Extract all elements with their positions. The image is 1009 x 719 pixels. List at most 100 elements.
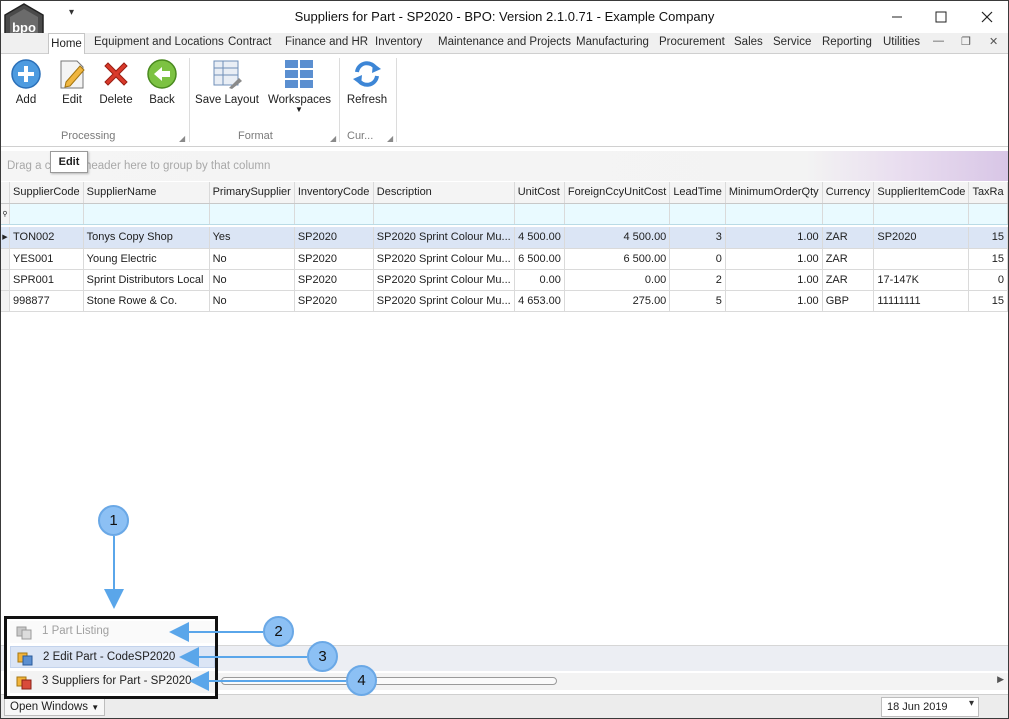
cell-supplier-item-code[interactable]: SP2020 xyxy=(873,227,970,249)
column-header[interactable]: UnitCost xyxy=(514,182,565,204)
filter-cell[interactable] xyxy=(725,203,823,225)
cell-unit-cost[interactable]: 4 500.00 xyxy=(514,227,565,249)
column-header[interactable]: InventoryCode xyxy=(294,182,374,204)
cell-unit-cost[interactable]: 4 653.00 xyxy=(514,290,565,312)
filter-cell[interactable] xyxy=(968,203,1008,225)
cell-foreign-ccy-unit-cost[interactable]: 275.00 xyxy=(564,290,671,312)
add-button[interactable]: Add xyxy=(9,58,43,106)
cell-tax-rate[interactable]: 15 xyxy=(968,248,1008,270)
tab-service[interactable]: Service xyxy=(773,36,811,48)
tab-finance-and-hr[interactable]: Finance and HR xyxy=(285,36,368,48)
filter-cell[interactable] xyxy=(873,203,970,225)
cell-inventory-code[interactable]: SP2020 xyxy=(294,227,374,249)
cell-supplier-code[interactable]: TON002 xyxy=(9,227,84,249)
format-launcher-icon[interactable]: ◢ xyxy=(330,134,336,143)
open-window-item-part-listing[interactable]: 1 Part Listing xyxy=(10,621,215,643)
table-row[interactable]: 998877 Stone Rowe & Co. No SP2020 SP2020… xyxy=(1,290,1008,312)
cell-inventory-code[interactable]: SP2020 xyxy=(294,290,374,312)
filter-cell[interactable] xyxy=(209,203,295,225)
delete-button[interactable]: Delete xyxy=(97,58,135,106)
horizontal-scrollbar[interactable]: ▶ xyxy=(211,673,1008,690)
column-header[interactable]: MinimumOrderQty xyxy=(725,182,823,204)
cell-inventory-code[interactable]: SP2020 xyxy=(294,248,374,270)
cell-minimum-order-qty[interactable]: 1.00 xyxy=(725,269,823,291)
cell-supplier-item-code[interactable]: 11111111 xyxy=(873,290,970,312)
save-layout-button[interactable]: Save Layout xyxy=(195,58,259,106)
tab-inventory[interactable]: Inventory xyxy=(375,36,422,48)
cell-description[interactable]: SP2020 Sprint Colour Mu... xyxy=(373,227,515,249)
filter-cell[interactable] xyxy=(373,203,515,225)
cell-supplier-name[interactable]: Stone Rowe & Co. xyxy=(83,290,210,312)
cell-minimum-order-qty[interactable]: 1.00 xyxy=(725,248,823,270)
cell-currency[interactable]: GBP xyxy=(822,290,875,312)
table-row[interactable]: ▶ TON002 Tonys Copy Shop Yes SP2020 SP20… xyxy=(1,227,1008,249)
column-header[interactable]: SupplierItemCode xyxy=(873,182,970,204)
cell-supplier-name[interactable]: Young Electric xyxy=(83,248,210,270)
cell-primary-supplier[interactable]: No xyxy=(209,290,295,312)
cell-currency[interactable]: ZAR xyxy=(822,227,875,249)
tab-sales[interactable]: Sales xyxy=(734,36,763,48)
cell-tax-rate[interactable]: 0 xyxy=(968,269,1008,291)
cell-primary-supplier[interactable]: Yes xyxy=(209,227,295,249)
column-header[interactable]: Description xyxy=(373,182,515,204)
currency-launcher-icon[interactable]: ◢ xyxy=(387,134,393,143)
open-windows-button[interactable]: Open Windows ▼ xyxy=(4,698,106,716)
column-header[interactable]: TaxRa xyxy=(968,182,1008,204)
table-row[interactable]: YES001 Young Electric No SP2020 SP2020 S… xyxy=(1,248,1008,270)
tab-procurement[interactable]: Procurement xyxy=(659,36,725,48)
close-button[interactable] xyxy=(967,5,1007,29)
calendar-dropdown-icon[interactable]: ▾ xyxy=(969,698,985,714)
cell-supplier-item-code[interactable] xyxy=(873,248,970,270)
cell-tax-rate[interactable]: 15 xyxy=(968,227,1008,249)
mdi-restore-icon[interactable]: ❐ xyxy=(961,35,971,48)
open-window-item-suppliers-for-part[interactable]: 3 Suppliers for Part - SP2020 xyxy=(10,671,215,693)
cell-currency[interactable]: ZAR xyxy=(822,248,875,270)
cell-lead-time[interactable]: 3 xyxy=(669,227,726,249)
cell-lead-time[interactable]: 0 xyxy=(669,248,726,270)
open-window-item-edit-part[interactable]: 2 Edit Part - CodeSP2020 xyxy=(10,646,215,668)
back-button[interactable]: Back xyxy=(145,58,179,106)
scroll-right-icon[interactable]: ▶ xyxy=(997,674,1004,685)
date-field[interactable]: 18 Jun 2019 xyxy=(881,697,979,717)
processing-launcher-icon[interactable]: ◢ xyxy=(179,134,185,143)
tab-maintenance-and-projects[interactable]: Maintenance and Projects xyxy=(438,36,571,48)
tab-home[interactable]: Home xyxy=(48,33,85,55)
cell-lead-time[interactable]: 5 xyxy=(669,290,726,312)
cell-currency[interactable]: ZAR xyxy=(822,269,875,291)
cell-minimum-order-qty[interactable]: 1.00 xyxy=(725,290,823,312)
cell-description[interactable]: SP2020 Sprint Colour Mu... xyxy=(373,269,515,291)
scrollbar-thumb[interactable] xyxy=(221,677,557,685)
tab-contract[interactable]: Contract xyxy=(228,36,271,48)
mdi-minimize-icon[interactable]: — xyxy=(933,35,944,47)
refresh-button[interactable]: Refresh xyxy=(345,58,389,106)
cell-lead-time[interactable]: 2 xyxy=(669,269,726,291)
cell-description[interactable]: SP2020 Sprint Colour Mu... xyxy=(373,290,515,312)
workspaces-dropdown-icon[interactable]: ▼ xyxy=(268,106,330,114)
cell-supplier-code[interactable]: 998877 xyxy=(9,290,84,312)
cell-supplier-code[interactable]: SPR001 xyxy=(9,269,84,291)
edit-button[interactable]: Edit xyxy=(56,58,88,106)
cell-description[interactable]: SP2020 Sprint Colour Mu... xyxy=(373,248,515,270)
tab-manufacturing[interactable]: Manufacturing xyxy=(576,36,649,48)
cell-foreign-ccy-unit-cost[interactable]: 4 500.00 xyxy=(564,227,671,249)
column-header[interactable]: PrimarySupplier xyxy=(209,182,295,204)
filter-cell[interactable] xyxy=(822,203,875,225)
table-row[interactable]: SPR001 Sprint Distributors Local No SP20… xyxy=(1,269,1008,291)
workspaces-button[interactable]: Workspaces ▼ xyxy=(268,58,331,114)
cell-primary-supplier[interactable]: No xyxy=(209,248,295,270)
cell-inventory-code[interactable]: SP2020 xyxy=(294,269,374,291)
column-header[interactable]: LeadTime xyxy=(669,182,726,204)
tab-utilities[interactable]: Utilities xyxy=(883,36,920,48)
cell-unit-cost[interactable]: 0.00 xyxy=(514,269,565,291)
cell-supplier-name[interactable]: Tonys Copy Shop xyxy=(83,227,210,249)
mdi-close-icon[interactable]: ✕ xyxy=(989,35,998,48)
column-header[interactable]: Currency xyxy=(822,182,875,204)
filter-cell[interactable] xyxy=(564,203,671,225)
filter-cell[interactable] xyxy=(9,203,84,225)
cell-primary-supplier[interactable]: No xyxy=(209,269,295,291)
filter-cell[interactable] xyxy=(294,203,374,225)
cell-foreign-ccy-unit-cost[interactable]: 6 500.00 xyxy=(564,248,671,270)
cell-tax-rate[interactable]: 15 xyxy=(968,290,1008,312)
tab-reporting[interactable]: Reporting xyxy=(822,36,872,48)
column-header[interactable]: ForeignCcyUnitCost xyxy=(564,182,671,204)
